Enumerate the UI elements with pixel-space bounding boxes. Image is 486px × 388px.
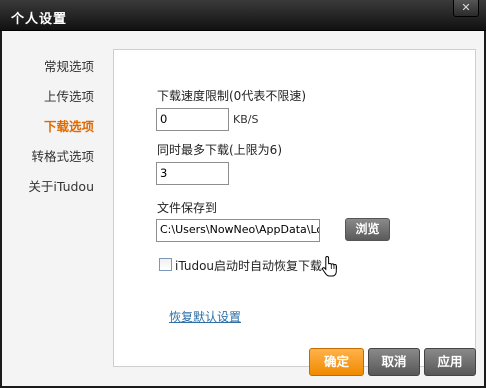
hand-cursor-icon (322, 255, 337, 277)
title-bar: 个人设置 ✕ (0, 0, 486, 31)
auto-resume-label[interactable]: iTudou启动时自动恢复下载 (175, 257, 322, 274)
download-settings-panel: 下载速度限制(0代表不限速) 0 KB/S 同时最多下载(上限为6) 3 文件保… (113, 49, 476, 367)
ok-button[interactable]: 确定 (309, 348, 364, 376)
close-button[interactable]: ✕ (453, 0, 479, 17)
nav-item-download[interactable]: 下载选项 (2, 116, 112, 135)
dialog-body: 常规选项 上传选项 下载选项 转格式选项 关于iTudou 下载速度限制(0代表… (2, 31, 484, 386)
max-downloads-input[interactable]: 3 (156, 162, 229, 185)
save-path-input[interactable]: C:\Users\NowNeo\AppData\Local (156, 219, 320, 242)
nav-item-convert[interactable]: 转格式选项 (2, 146, 112, 165)
cancel-button[interactable]: 取消 (368, 348, 420, 376)
speed-limit-label: 下载速度限制(0代表不限速) (157, 89, 306, 103)
max-downloads-label: 同时最多下载(上限为6) (157, 143, 282, 157)
auto-resume-checkbox[interactable] (159, 258, 172, 271)
restore-defaults-link[interactable]: 恢复默认设置 (169, 308, 241, 325)
save-to-label: 文件保存到 (157, 201, 218, 215)
browse-button[interactable]: 浏览 (345, 218, 390, 241)
speed-unit-label: KB/S (233, 113, 259, 126)
nav-item-about[interactable]: 关于iTudou (2, 176, 112, 195)
nav-item-general[interactable]: 常规选项 (2, 56, 112, 75)
apply-button[interactable]: 应用 (424, 348, 476, 376)
close-icon: ✕ (461, 1, 471, 14)
window-title: 个人设置 (11, 12, 68, 27)
speed-limit-input[interactable]: 0 (156, 108, 229, 131)
nav-item-upload[interactable]: 上传选项 (2, 86, 112, 105)
